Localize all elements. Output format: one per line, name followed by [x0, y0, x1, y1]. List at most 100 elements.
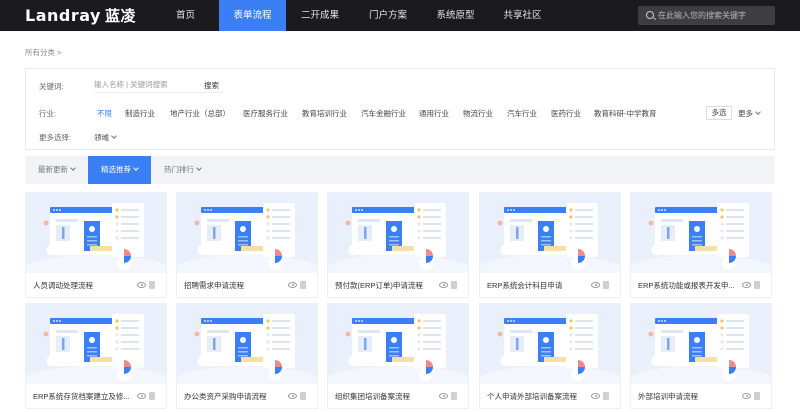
card-title[interactable]: 招聘需求申请流程: [184, 280, 284, 291]
eye-icon[interactable]: [137, 393, 146, 399]
document-icon[interactable]: [754, 392, 760, 400]
sort-tab-popular[interactable]: 热门排行: [151, 156, 214, 184]
template-card[interactable]: 外部培训申请流程: [630, 303, 772, 409]
eye-icon[interactable]: [591, 282, 600, 288]
nav-item-portal[interactable]: 门户方案: [354, 0, 422, 31]
sort-bar: 最新更新 精选推荐 热门排行: [25, 156, 775, 184]
card-title[interactable]: 预付款(ERP订单)申请流程: [335, 280, 435, 291]
eye-icon[interactable]: [137, 282, 146, 288]
logo[interactable]: Landray 蓝凌: [25, 5, 136, 26]
card-title[interactable]: ERP系统功能或报表开发申...: [638, 280, 738, 291]
eye-icon[interactable]: [742, 282, 751, 288]
thumbnail-illustration: [631, 193, 771, 273]
card-title[interactable]: 个人申请外部培训备案流程: [487, 391, 587, 402]
document-icon[interactable]: [451, 392, 457, 400]
breadcrumb[interactable]: 所有分类 >: [25, 47, 61, 58]
card-thumbnail[interactable]: [480, 304, 620, 384]
thumbnail-illustration: [26, 193, 166, 273]
sort-tab-label: 热门排行: [164, 165, 194, 174]
industry-option-automotive[interactable]: 汽车行业: [507, 108, 537, 119]
template-card[interactable]: ERP系统会计科目申请: [479, 192, 621, 298]
document-icon[interactable]: [754, 281, 760, 289]
sort-tab-latest[interactable]: 最新更新: [25, 156, 88, 184]
thumbnail-illustration: [26, 304, 166, 384]
template-card[interactable]: 办公类资产采购申请流程: [176, 303, 318, 409]
industry-option-auto-finance[interactable]: 汽车金融行业: [361, 108, 406, 119]
logo-cn: 蓝凌: [104, 7, 136, 25]
industry-option-manufacturing[interactable]: 制造行业: [125, 108, 155, 119]
template-card[interactable]: 个人申请外部培训备案流程: [479, 303, 621, 409]
industry-option-all[interactable]: 不限: [97, 108, 112, 119]
industry-option-real-estate[interactable]: 地产行业（总部）: [170, 108, 230, 119]
card-title[interactable]: 外部培训申请流程: [638, 391, 738, 402]
document-icon[interactable]: [603, 392, 609, 400]
industry-option-logistics[interactable]: 物流行业: [463, 108, 493, 119]
chevron-down-icon: [70, 165, 76, 171]
eye-icon[interactable]: [288, 393, 297, 399]
card-title[interactable]: 人员调动处理流程: [33, 280, 133, 291]
nav-item-prototype[interactable]: 系统原型: [422, 0, 489, 31]
card-thumbnail[interactable]: [177, 193, 317, 273]
eye-icon[interactable]: [439, 282, 448, 288]
card-title[interactable]: 组织集团培训备案流程: [335, 391, 435, 402]
document-icon[interactable]: [300, 392, 306, 400]
card-thumbnail[interactable]: [328, 304, 468, 384]
filter-panel: 关键词: 搜索 行业: 不限 制造行业 地产行业（总部） 医疗服务行业 教育培训…: [25, 68, 775, 150]
sort-tab-label: 最新更新: [38, 165, 68, 174]
template-card[interactable]: 预付款(ERP订单)申请流程: [327, 192, 469, 298]
eye-icon[interactable]: [288, 282, 297, 288]
top-nav: Landray 蓝凌 首页 表单流程 二开成果 门户方案 系统原型 共享社区: [0, 0, 800, 31]
sort-tab-featured[interactable]: 精选推荐: [88, 156, 151, 184]
search-input[interactable]: [658, 6, 770, 25]
eye-icon[interactable]: [591, 393, 600, 399]
chevron-down-icon: [196, 165, 202, 171]
industry-option-education[interactable]: 教育培训行业: [302, 108, 347, 119]
multi-select-button[interactable]: 多选: [706, 106, 732, 120]
nav-item-forms[interactable]: 表单流程: [219, 0, 286, 31]
eye-icon[interactable]: [742, 393, 751, 399]
card-thumbnail[interactable]: [26, 304, 166, 384]
card-title[interactable]: 办公类资产采购申请流程: [184, 391, 284, 402]
thumbnail-illustration: [177, 193, 317, 273]
card-thumbnail[interactable]: [631, 193, 771, 273]
template-card[interactable]: ERP系统存货档案建立及修...: [25, 303, 167, 409]
card-thumbnail[interactable]: [26, 193, 166, 273]
thumbnail-illustration: [177, 304, 317, 384]
document-icon[interactable]: [300, 281, 306, 289]
keyword-search-button[interactable]: 搜索: [204, 80, 219, 91]
thumbnail-illustration: [480, 304, 620, 384]
industry-option-pharma[interactable]: 医药行业: [551, 108, 581, 119]
template-card[interactable]: 人员调动处理流程: [25, 192, 167, 298]
card-title[interactable]: ERP系统存货档案建立及修...: [33, 391, 133, 402]
card-thumbnail[interactable]: [480, 193, 620, 273]
document-icon[interactable]: [451, 281, 457, 289]
logo-text: Landray: [25, 6, 101, 25]
nav-item-community[interactable]: 共享社区: [489, 0, 556, 31]
domain-label: 领域: [94, 133, 109, 142]
search-icon[interactable]: [646, 11, 654, 19]
template-card[interactable]: 招聘需求申请流程: [176, 192, 318, 298]
card-thumbnail[interactable]: [328, 193, 468, 273]
card-title[interactable]: ERP系统会计科目申请: [487, 280, 587, 291]
template-card[interactable]: 组织集团培训备案流程: [327, 303, 469, 409]
nav-item-home[interactable]: 首页: [152, 0, 219, 31]
document-icon[interactable]: [149, 281, 155, 289]
nav-item-dev-results[interactable]: 二开成果: [286, 0, 354, 31]
industry-option-general[interactable]: 通用行业: [419, 108, 449, 119]
industry-option-medical[interactable]: 医疗服务行业: [243, 108, 288, 119]
more-label: 更多: [738, 109, 753, 118]
document-icon[interactable]: [149, 392, 155, 400]
thumbnail-illustration: [328, 193, 468, 273]
industry-option-k12[interactable]: 教育科研-中学教育: [594, 108, 657, 119]
card-thumbnail[interactable]: [631, 304, 771, 384]
chevron-down-icon: [133, 165, 139, 171]
eye-icon[interactable]: [439, 393, 448, 399]
keyword-label: 关键词:: [39, 82, 64, 91]
domain-dropdown[interactable]: 领域: [94, 132, 117, 143]
document-icon[interactable]: [603, 281, 609, 289]
thumbnail-illustration: [631, 304, 771, 384]
card-thumbnail[interactable]: [177, 304, 317, 384]
template-card[interactable]: ERP系统功能或报表开发申...: [630, 192, 772, 298]
more-button[interactable]: 更多: [738, 108, 761, 119]
search-box: [638, 6, 775, 25]
